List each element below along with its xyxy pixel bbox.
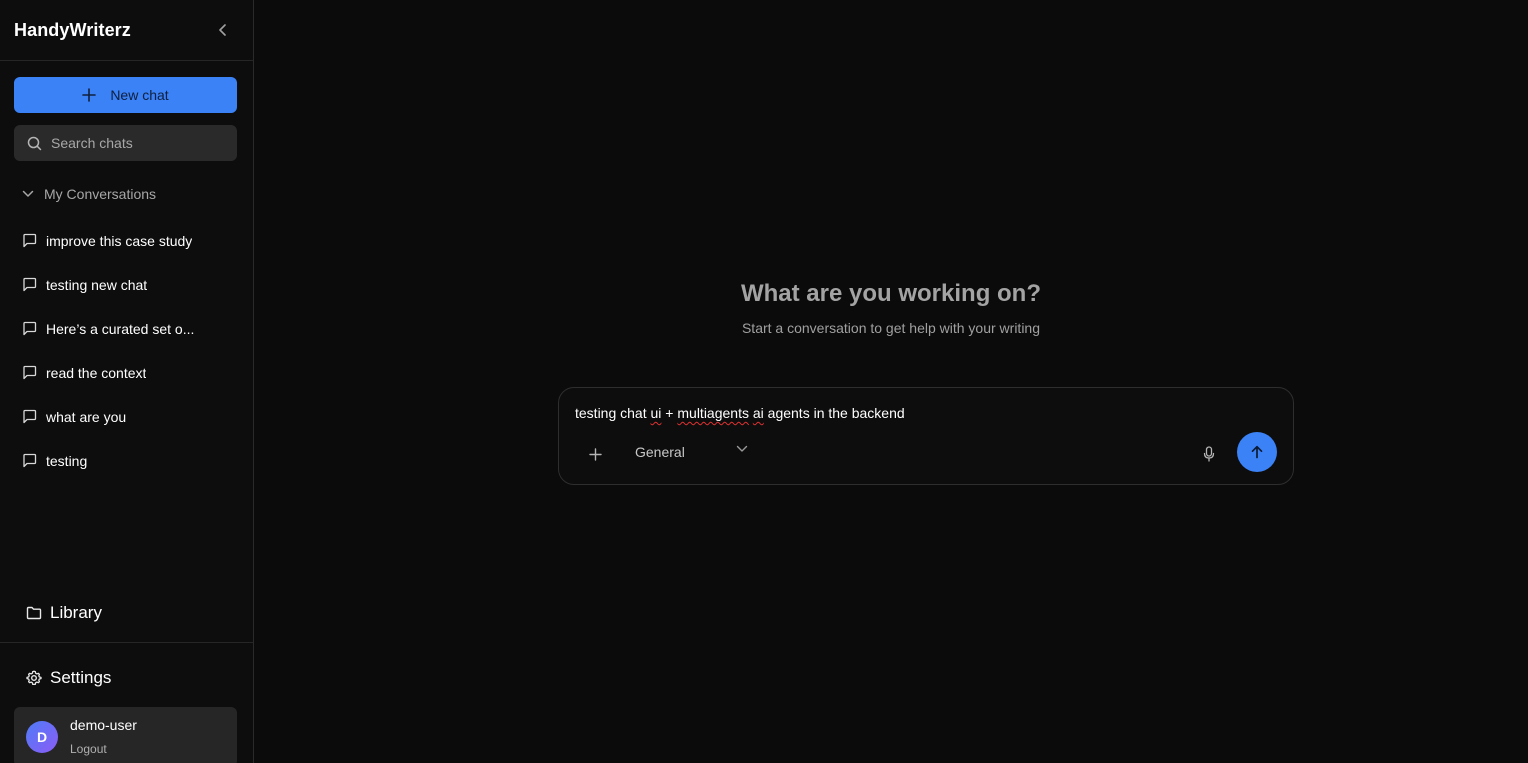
chevron-down-icon	[736, 445, 748, 452]
conversation-title: testing new chat	[46, 277, 148, 293]
send-button[interactable]	[1237, 432, 1277, 472]
message-icon	[23, 321, 37, 336]
conversation-title: read the context	[46, 365, 147, 381]
new-chat-button[interactable]: New chat	[14, 77, 237, 113]
search-input[interactable]	[51, 135, 221, 151]
message-icon	[23, 453, 37, 468]
avatar: D	[26, 721, 58, 753]
page-subtitle: Start a conversation to get help with yo…	[741, 320, 1041, 336]
conversation-item[interactable]: testing new chat	[22, 274, 237, 318]
settings-link[interactable]: Settings	[26, 668, 111, 688]
conversation-item[interactable]: read the context	[22, 362, 237, 406]
message-text-part: multiagents	[677, 405, 749, 421]
chat-composer: testing chat ui + multiagents ai agents …	[558, 387, 1294, 485]
message-text-part: ui	[650, 405, 662, 421]
conversation-title: Here’s a curated set o...	[46, 321, 195, 337]
message-icon	[23, 277, 37, 292]
conversation-item[interactable]: what are you	[22, 406, 237, 450]
section-label: My Conversations	[44, 186, 157, 202]
folder-icon	[26, 606, 42, 620]
conversation-item[interactable]: testing	[22, 450, 237, 494]
message-text-part: testing chat	[575, 405, 651, 421]
conversation-list: improve this case study testing new chat…	[22, 230, 237, 494]
message-icon	[23, 409, 37, 424]
plus-icon	[588, 447, 602, 461]
search-icon	[27, 136, 42, 150]
collapse-sidebar-button[interactable]	[215, 22, 231, 38]
logout-link[interactable]: Logout	[70, 742, 137, 756]
app-root: HandyWriterz New chat My Conversations i…	[0, 0, 1528, 763]
message-input[interactable]: testing chat ui + multiagents ai agents …	[575, 405, 905, 421]
new-chat-label: New chat	[110, 87, 169, 103]
message-text-part: ai	[752, 405, 764, 421]
chevron-down-icon	[22, 190, 34, 197]
sidebar: HandyWriterz New chat My Conversations i…	[0, 0, 254, 763]
attach-button[interactable]	[585, 444, 605, 464]
mode-select[interactable]: General	[635, 444, 748, 460]
brand-title: HandyWriterz	[14, 19, 131, 40]
user-card[interactable]: D demo-user Logout	[14, 707, 237, 763]
message-text-part: +	[661, 405, 678, 421]
conversation-title: improve this case study	[46, 233, 193, 249]
arrow-up-icon	[1251, 445, 1263, 459]
user-name: demo-user	[70, 717, 137, 733]
settings-label: Settings	[50, 668, 112, 687]
message-icon	[23, 233, 37, 248]
microphone-button[interactable]	[1201, 444, 1217, 464]
page-title: What are you working on?	[740, 280, 1041, 307]
conversation-title: what are you	[46, 409, 127, 425]
search-box	[14, 125, 237, 161]
conversation-item[interactable]: improve this case study	[22, 230, 237, 274]
sidebar-divider	[0, 642, 253, 643]
composer-toolbar: General	[559, 432, 1293, 472]
message-icon	[23, 365, 37, 380]
sidebar-header: HandyWriterz	[0, 0, 253, 61]
mode-select-value: General	[635, 444, 685, 460]
conversation-item[interactable]: Here’s a curated set o...	[22, 318, 237, 362]
microphone-icon	[1203, 446, 1215, 462]
main-area: What are you working on? Start a convers…	[254, 0, 1528, 763]
chevron-left-icon	[219, 24, 226, 36]
library-label: Library	[50, 603, 102, 622]
message-text-part: agents in the backend	[763, 405, 905, 421]
plus-icon	[82, 88, 97, 102]
gear-icon	[26, 670, 42, 686]
library-link[interactable]: Library	[26, 603, 102, 623]
user-meta: demo-user Logout	[70, 717, 137, 756]
conversation-title: testing	[46, 453, 88, 469]
conversations-section-toggle[interactable]: My Conversations	[22, 186, 156, 202]
